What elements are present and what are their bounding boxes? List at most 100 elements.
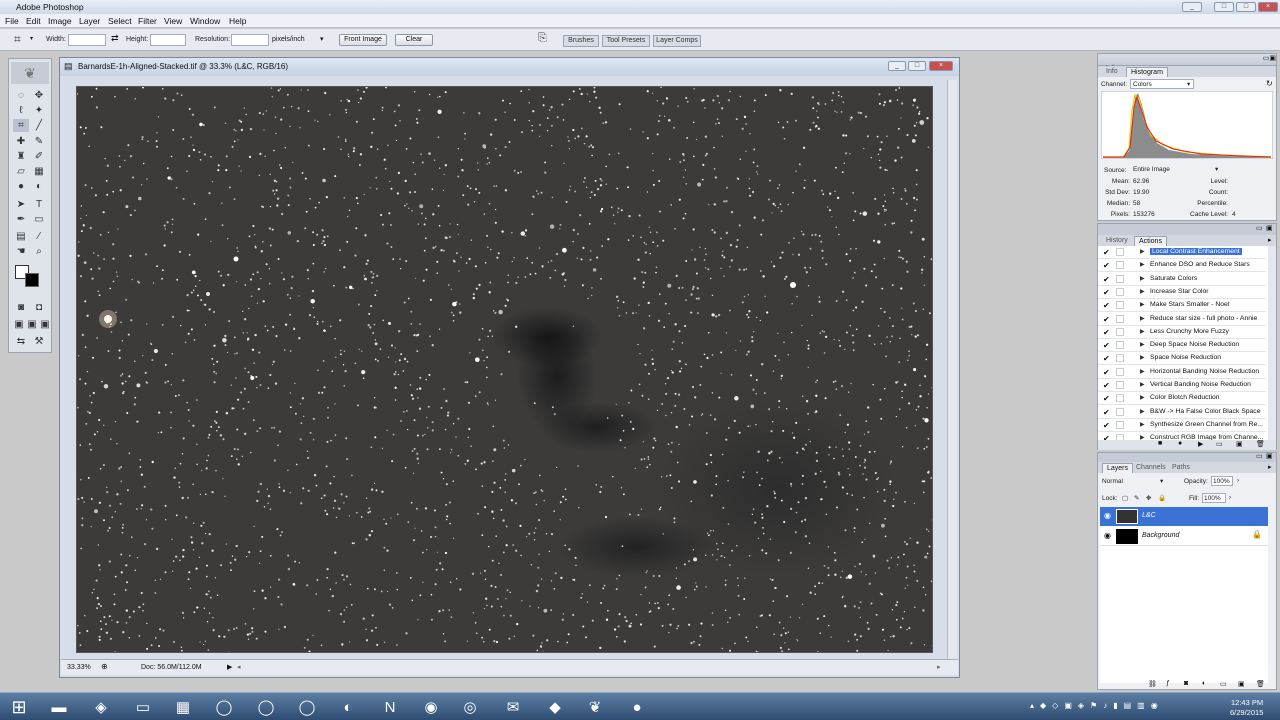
layer-name[interactable]: Background — [1142, 532, 1179, 539]
feather-app-icon[interactable]: ❦ — [580, 697, 610, 718]
tab-tool-presets[interactable]: Tool Presets — [602, 35, 650, 47]
shape-icon[interactable]: ▭ — [31, 213, 47, 226]
restore-button[interactable]: □ — [1236, 2, 1256, 12]
status-nav-icon[interactable]: ⊕ — [101, 662, 108, 671]
tab-actions[interactable]: Actions — [1134, 236, 1167, 246]
lock-position-icon[interactable]: ✥ — [1146, 494, 1151, 502]
blend-mode-select[interactable]: Normal ▾ — [1102, 477, 1163, 487]
expand-triangle-icon[interactable]: ▶ — [1140, 381, 1145, 388]
circle-app-2-icon[interactable]: ◯ — [251, 697, 281, 718]
action-item[interactable]: ✔ ▶ Enhance DSO and Reduce Stars — [1098, 259, 1266, 273]
outlook-icon[interactable]: ✉ — [498, 697, 528, 718]
dodge-icon[interactable]: ◐ — [31, 180, 47, 193]
dialog-toggle[interactable] — [1116, 327, 1124, 336]
dialog-toggle[interactable] — [1116, 301, 1124, 310]
photoshop-taskbar-icon[interactable]: ◈ — [86, 697, 116, 718]
stop-icon[interactable]: ■ — [1158, 440, 1162, 447]
action-item[interactable]: ✔ ▶ Deep Space Noise Reduction — [1098, 339, 1266, 353]
menu-edit[interactable]: Edit — [26, 16, 41, 26]
tab-channels[interactable]: Channels — [1132, 463, 1170, 473]
chrome-icon[interactable]: ◎ — [455, 697, 485, 718]
spreadsheet-app-icon[interactable]: ▦ — [168, 697, 198, 718]
adjustment-layer-icon[interactable]: ◐ — [1202, 680, 1206, 687]
tool-preset-chevron-icon[interactable]: ▾ — [30, 35, 33, 42]
check-icon[interactable]: ✔ — [1103, 394, 1110, 403]
menu-layer[interactable]: Layer — [79, 16, 100, 26]
panel-close-icon[interactable]: ▣ — [1269, 55, 1276, 62]
width-input[interactable] — [68, 34, 106, 46]
eye-icon[interactable]: ◉ — [1104, 531, 1111, 540]
layer-name[interactable]: L&C — [1142, 512, 1156, 519]
action-item[interactable]: ✔ ▶ Vertical Banding Noise Reduction — [1098, 379, 1266, 392]
action-item[interactable]: ✔ ▶ Local Contrast Enhancement — [1098, 246, 1266, 259]
stamp-icon[interactable]: ♜ — [13, 150, 29, 163]
expand-triangle-icon[interactable]: ▶ — [1140, 394, 1145, 401]
circle-app-3-icon[interactable]: ◯ — [292, 697, 322, 718]
image-canvas[interactable] — [76, 86, 933, 653]
menu-file[interactable]: File — [5, 16, 19, 26]
expand-triangle-icon[interactable]: ▶ — [1140, 341, 1145, 348]
tab-history[interactable]: History — [1102, 236, 1132, 246]
action-item[interactable]: ✔ ▶ Color Blotch Reduction — [1098, 392, 1266, 406]
clock-time[interactable]: 12:43 PM — [1231, 698, 1263, 707]
menu-window[interactable]: Window — [190, 16, 220, 26]
scroll-right-icon[interactable]: ▸ — [937, 663, 941, 671]
action-item[interactable]: ✔ ▶ Horizontal Banding Noise Reduction — [1098, 366, 1266, 379]
front-image-button[interactable]: Front Image — [339, 34, 387, 46]
maximize-button[interactable]: □ — [1214, 2, 1234, 12]
doc-close-button[interactable]: × — [929, 61, 953, 71]
menu-view[interactable]: View — [164, 16, 182, 26]
link-layers-icon[interactable]: ⛓ — [1148, 680, 1157, 688]
expand-triangle-icon[interactable]: ▶ — [1140, 408, 1145, 415]
panel-menu-icon[interactable]: ▸ — [1268, 463, 1272, 471]
panel-minimize-icon[interactable]: ▭ — [1256, 452, 1263, 460]
expand-triangle-icon[interactable]: ▶ — [1140, 328, 1145, 335]
refresh-icon[interactable]: ↻ — [1266, 79, 1273, 88]
dialog-toggle[interactable] — [1116, 420, 1124, 429]
check-icon[interactable]: ✔ — [1103, 368, 1110, 377]
menu-image[interactable]: Image — [48, 16, 72, 26]
new-set-icon[interactable]: ▭ — [1216, 440, 1223, 448]
slice-icon[interactable]: ╱ — [31, 119, 47, 132]
screen-mode-3-icon[interactable]: ▣ — [37, 318, 53, 331]
dialog-toggle[interactable] — [1116, 354, 1124, 363]
action-item[interactable]: ✔ ▶ Make Stars Smaller - Noel — [1098, 299, 1266, 313]
zoom-icon[interactable]: ⌕ — [31, 245, 47, 258]
gem-app-icon[interactable]: ◆ — [540, 697, 570, 718]
pen-icon[interactable]: ✒ — [13, 213, 29, 226]
blur-icon[interactable]: ● — [13, 180, 29, 193]
check-icon[interactable]: ✔ — [1103, 381, 1110, 390]
status-menu-icon[interactable]: ▶ — [227, 663, 232, 671]
panel-close-icon[interactable]: ▣ — [1266, 452, 1273, 460]
action-item[interactable]: ✔ ▶ Space Noise Reduction — [1098, 352, 1266, 366]
check-icon[interactable]: ✔ — [1103, 315, 1110, 324]
check-icon[interactable]: ✔ — [1103, 341, 1110, 350]
healing-icon[interactable]: ✚ — [13, 135, 29, 148]
check-icon[interactable]: ✔ — [1103, 328, 1110, 337]
clock-date[interactable]: 6/29/2015 — [1230, 708, 1263, 717]
magic-wand-icon[interactable]: ✦ — [31, 104, 47, 117]
marquee-icon[interactable]: ◌ — [13, 89, 29, 102]
tab-info[interactable]: Info — [1102, 67, 1122, 77]
expand-triangle-icon[interactable]: ▶ — [1140, 288, 1145, 295]
zoom-level[interactable]: 33.33% — [67, 664, 91, 671]
expand-triangle-icon[interactable]: ▶ — [1140, 315, 1145, 322]
disc-app-icon[interactable]: ◐ — [333, 697, 363, 718]
check-icon[interactable]: ✔ — [1103, 301, 1110, 310]
panel-close-icon[interactable]: ▣ — [1266, 224, 1273, 232]
delete-layer-icon[interactable]: 🗑 — [1256, 680, 1265, 688]
opacity-slider-icon[interactable]: › — [1237, 477, 1239, 484]
new-group-icon[interactable]: ▭ — [1220, 680, 1227, 688]
new-layer-icon[interactable]: ▣ — [1238, 680, 1245, 688]
clear-button[interactable]: Clear — [395, 34, 433, 46]
resolution-units-select[interactable]: pixels/inch ▾ — [272, 34, 328, 46]
gradient-icon[interactable]: ▦ — [31, 165, 47, 178]
obs-app-icon[interactable]: ● — [622, 697, 652, 718]
check-icon[interactable]: ✔ — [1103, 248, 1110, 257]
palette-well-icon[interactable]: ⎘ — [538, 32, 547, 45]
menu-help[interactable]: Help — [229, 16, 246, 26]
file-explorer-icon[interactable]: ▬ — [44, 697, 74, 718]
n-app-icon[interactable]: N — [375, 697, 405, 718]
trash-icon[interactable]: 🗑 — [1256, 440, 1265, 448]
minimize-button[interactable]: _ — [1182, 2, 1202, 12]
